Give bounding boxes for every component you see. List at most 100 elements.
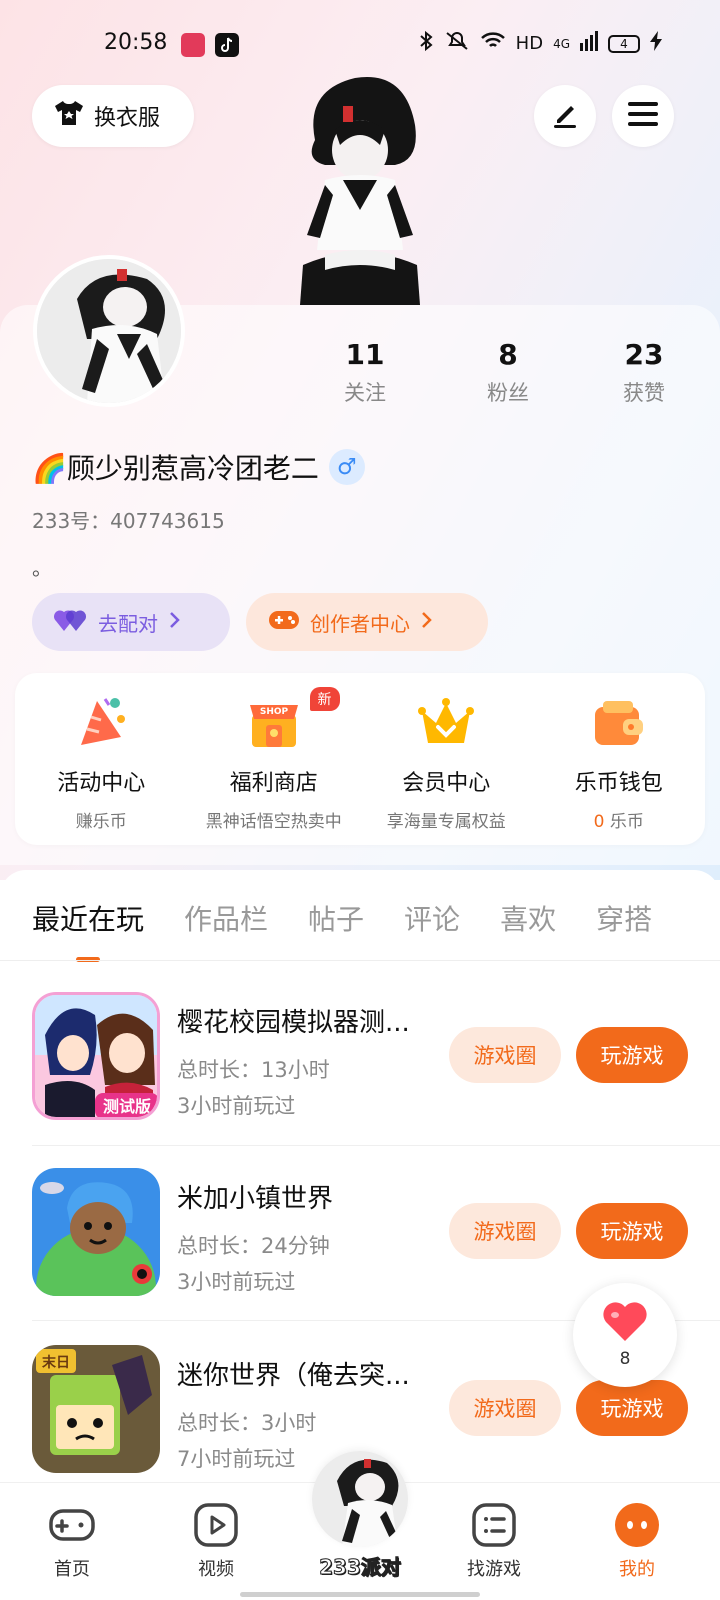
tab-recent-play[interactable]: 最近在玩 bbox=[32, 898, 144, 962]
gamepad-icon bbox=[268, 608, 300, 637]
service-welfare-shop[interactable]: SHOP 新 福利商店 黑神话悟空热卖中 bbox=[188, 673, 361, 845]
play-video-icon bbox=[192, 1501, 240, 1549]
coin-unit: 乐币 bbox=[604, 812, 644, 832]
avatar-character[interactable] bbox=[285, 70, 435, 305]
nav-label: 视频 bbox=[198, 1559, 234, 1580]
service-wallet[interactable]: 乐币钱包 0 乐币 bbox=[533, 673, 706, 845]
profile-tabs: 最近在玩 作品栏 帖子 评论 喜欢 穿搭 bbox=[32, 898, 692, 962]
game-circle-button[interactable]: 游戏圈 bbox=[449, 1027, 561, 1083]
game-icon bbox=[32, 1168, 160, 1296]
stat-following-label: 关注 bbox=[344, 381, 386, 405]
stat-likes[interactable]: 23 获赞 bbox=[584, 338, 704, 407]
shop-icon: SHOP bbox=[244, 693, 304, 753]
svg-text:末日: 末日 bbox=[42, 1354, 70, 1371]
tab-likes[interactable]: 喜欢 bbox=[500, 898, 556, 938]
change-outfit-button[interactable]: 换衣服 bbox=[32, 85, 194, 147]
stat-likes-count: 23 bbox=[624, 338, 664, 371]
service-subtitle: 0 乐币 bbox=[533, 807, 706, 832]
avatar[interactable] bbox=[33, 255, 185, 407]
play-game-button[interactable]: 玩游戏 bbox=[576, 1027, 688, 1083]
nav-label: 我的 bbox=[619, 1559, 655, 1580]
profile-face-icon bbox=[613, 1501, 661, 1549]
nav-video[interactable]: 视频 bbox=[166, 1501, 266, 1581]
game-play-duration: 总时长：13小时 bbox=[177, 1058, 330, 1082]
status-time: 20:58 bbox=[104, 30, 168, 55]
double-heart-icon bbox=[53, 607, 88, 638]
charging-icon bbox=[650, 31, 662, 56]
service-vip-center[interactable]: 会员中心 享海量专属权益 bbox=[360, 673, 533, 845]
match-label: 去配对 bbox=[98, 611, 158, 636]
creator-center-button[interactable]: 创作者中心 bbox=[246, 593, 488, 651]
floating-like-button[interactable]: 8 bbox=[573, 1283, 677, 1387]
signal-type: 4G bbox=[553, 36, 570, 51]
play-game-button[interactable]: 玩游戏 bbox=[576, 1203, 688, 1259]
tshirt-icon bbox=[54, 99, 84, 133]
gamepad-icon bbox=[48, 1501, 96, 1549]
tab-comments[interactable]: 评论 bbox=[404, 898, 460, 938]
game-row[interactable]: 测试版 樱花校园模拟器测... 总时长：13小时 3小时前玩过 游戏圈 玩游戏 bbox=[0, 972, 720, 1148]
crown-icon bbox=[416, 693, 476, 753]
divider bbox=[0, 960, 720, 961]
svg-text:测试版: 测试版 bbox=[103, 1097, 151, 1116]
nickname-row: 🌈顾少别惹高冷团老二 ♂ bbox=[32, 447, 365, 487]
nav-find-games[interactable]: 找游戏 bbox=[444, 1501, 544, 1581]
pen-icon bbox=[549, 98, 581, 134]
game-name: 樱花校园模拟器测... bbox=[177, 1008, 410, 1038]
party-logo-label[interactable]: 233派对 bbox=[312, 1551, 408, 1580]
heart-icon bbox=[601, 1301, 649, 1347]
game-last-played: 3小时前玩过 bbox=[177, 1094, 296, 1118]
service-title: 福利商店 bbox=[229, 771, 318, 796]
home-indicator[interactable] bbox=[240, 1592, 480, 1597]
service-title: 乐币钱包 bbox=[574, 771, 663, 796]
user-id: 233号：407743615 bbox=[32, 509, 225, 533]
chevron-right-icon bbox=[168, 610, 180, 634]
game-play-duration: 总时长：3小时 bbox=[177, 1411, 317, 1435]
tabs-area: 最近在玩 作品栏 帖子 评论 喜欢 穿搭 bbox=[0, 870, 720, 962]
nickname: 🌈顾少别惹高冷团老二 bbox=[32, 452, 319, 485]
bluetooth-icon bbox=[418, 30, 434, 57]
tab-works[interactable]: 作品栏 bbox=[184, 898, 268, 938]
hamburger-menu-icon bbox=[627, 100, 659, 132]
menu-button[interactable] bbox=[612, 85, 674, 147]
divider bbox=[32, 1145, 720, 1146]
match-button[interactable]: 去配对 bbox=[32, 593, 230, 651]
service-title: 活动中心 bbox=[57, 771, 146, 796]
stat-followers-count: 8 bbox=[498, 338, 518, 371]
status-indicators: HD 4G 4 bbox=[418, 30, 662, 57]
nav-me[interactable]: 我的 bbox=[587, 1501, 687, 1581]
bio: 。 bbox=[32, 556, 52, 580]
game-circle-button[interactable]: 游戏圈 bbox=[449, 1380, 561, 1436]
game-icon: 末日 bbox=[32, 1345, 160, 1473]
play-game-button[interactable]: 玩游戏 bbox=[576, 1380, 688, 1436]
screen-record-icon bbox=[181, 33, 205, 57]
stat-following-count: 11 bbox=[345, 338, 385, 371]
game-icon: 测试版 bbox=[32, 992, 160, 1120]
game-circle-button[interactable]: 游戏圈 bbox=[449, 1203, 561, 1259]
service-activity-center[interactable]: 活动中心 赚乐币 bbox=[15, 673, 188, 845]
nav-label: 首页 bbox=[54, 1559, 90, 1580]
network-label: HD bbox=[515, 33, 544, 54]
battery-icon: 4 bbox=[608, 34, 640, 53]
stat-followers[interactable]: 8 粉丝 bbox=[448, 338, 568, 407]
chevron-right-icon bbox=[420, 610, 432, 634]
coin-balance: 0 bbox=[593, 812, 605, 832]
services-card: 活动中心 赚乐币 SHOP 新 福利商店 黑神话悟空热卖中 会员中心 享海量专属… bbox=[15, 673, 705, 845]
game-play-duration: 总时长：24分钟 bbox=[177, 1234, 330, 1258]
signal-icon bbox=[580, 31, 598, 56]
edit-profile-button[interactable] bbox=[534, 85, 596, 147]
like-count: 8 bbox=[619, 1349, 631, 1369]
tab-posts[interactable]: 帖子 bbox=[308, 898, 364, 938]
service-subtitle: 黑神话悟空热卖中 bbox=[205, 812, 342, 832]
nav-home[interactable]: 首页 bbox=[22, 1501, 122, 1581]
service-title: 会员中心 bbox=[402, 771, 491, 796]
party-hat-icon bbox=[71, 693, 131, 753]
nav-party-avatar[interactable] bbox=[312, 1451, 408, 1547]
service-subtitle: 赚乐币 bbox=[75, 812, 127, 832]
bottom-nav: 首页 视频 233派对 找游戏 我的 bbox=[0, 1451, 720, 1600]
tab-outfits[interactable]: 穿搭 bbox=[596, 898, 652, 938]
game-last-played: 3小时前玩过 bbox=[177, 1270, 296, 1294]
wallet-icon bbox=[589, 693, 649, 753]
list-icon bbox=[470, 1501, 518, 1549]
stat-following[interactable]: 11 关注 bbox=[305, 338, 425, 407]
service-subtitle: 享海量专属权益 bbox=[386, 812, 506, 832]
